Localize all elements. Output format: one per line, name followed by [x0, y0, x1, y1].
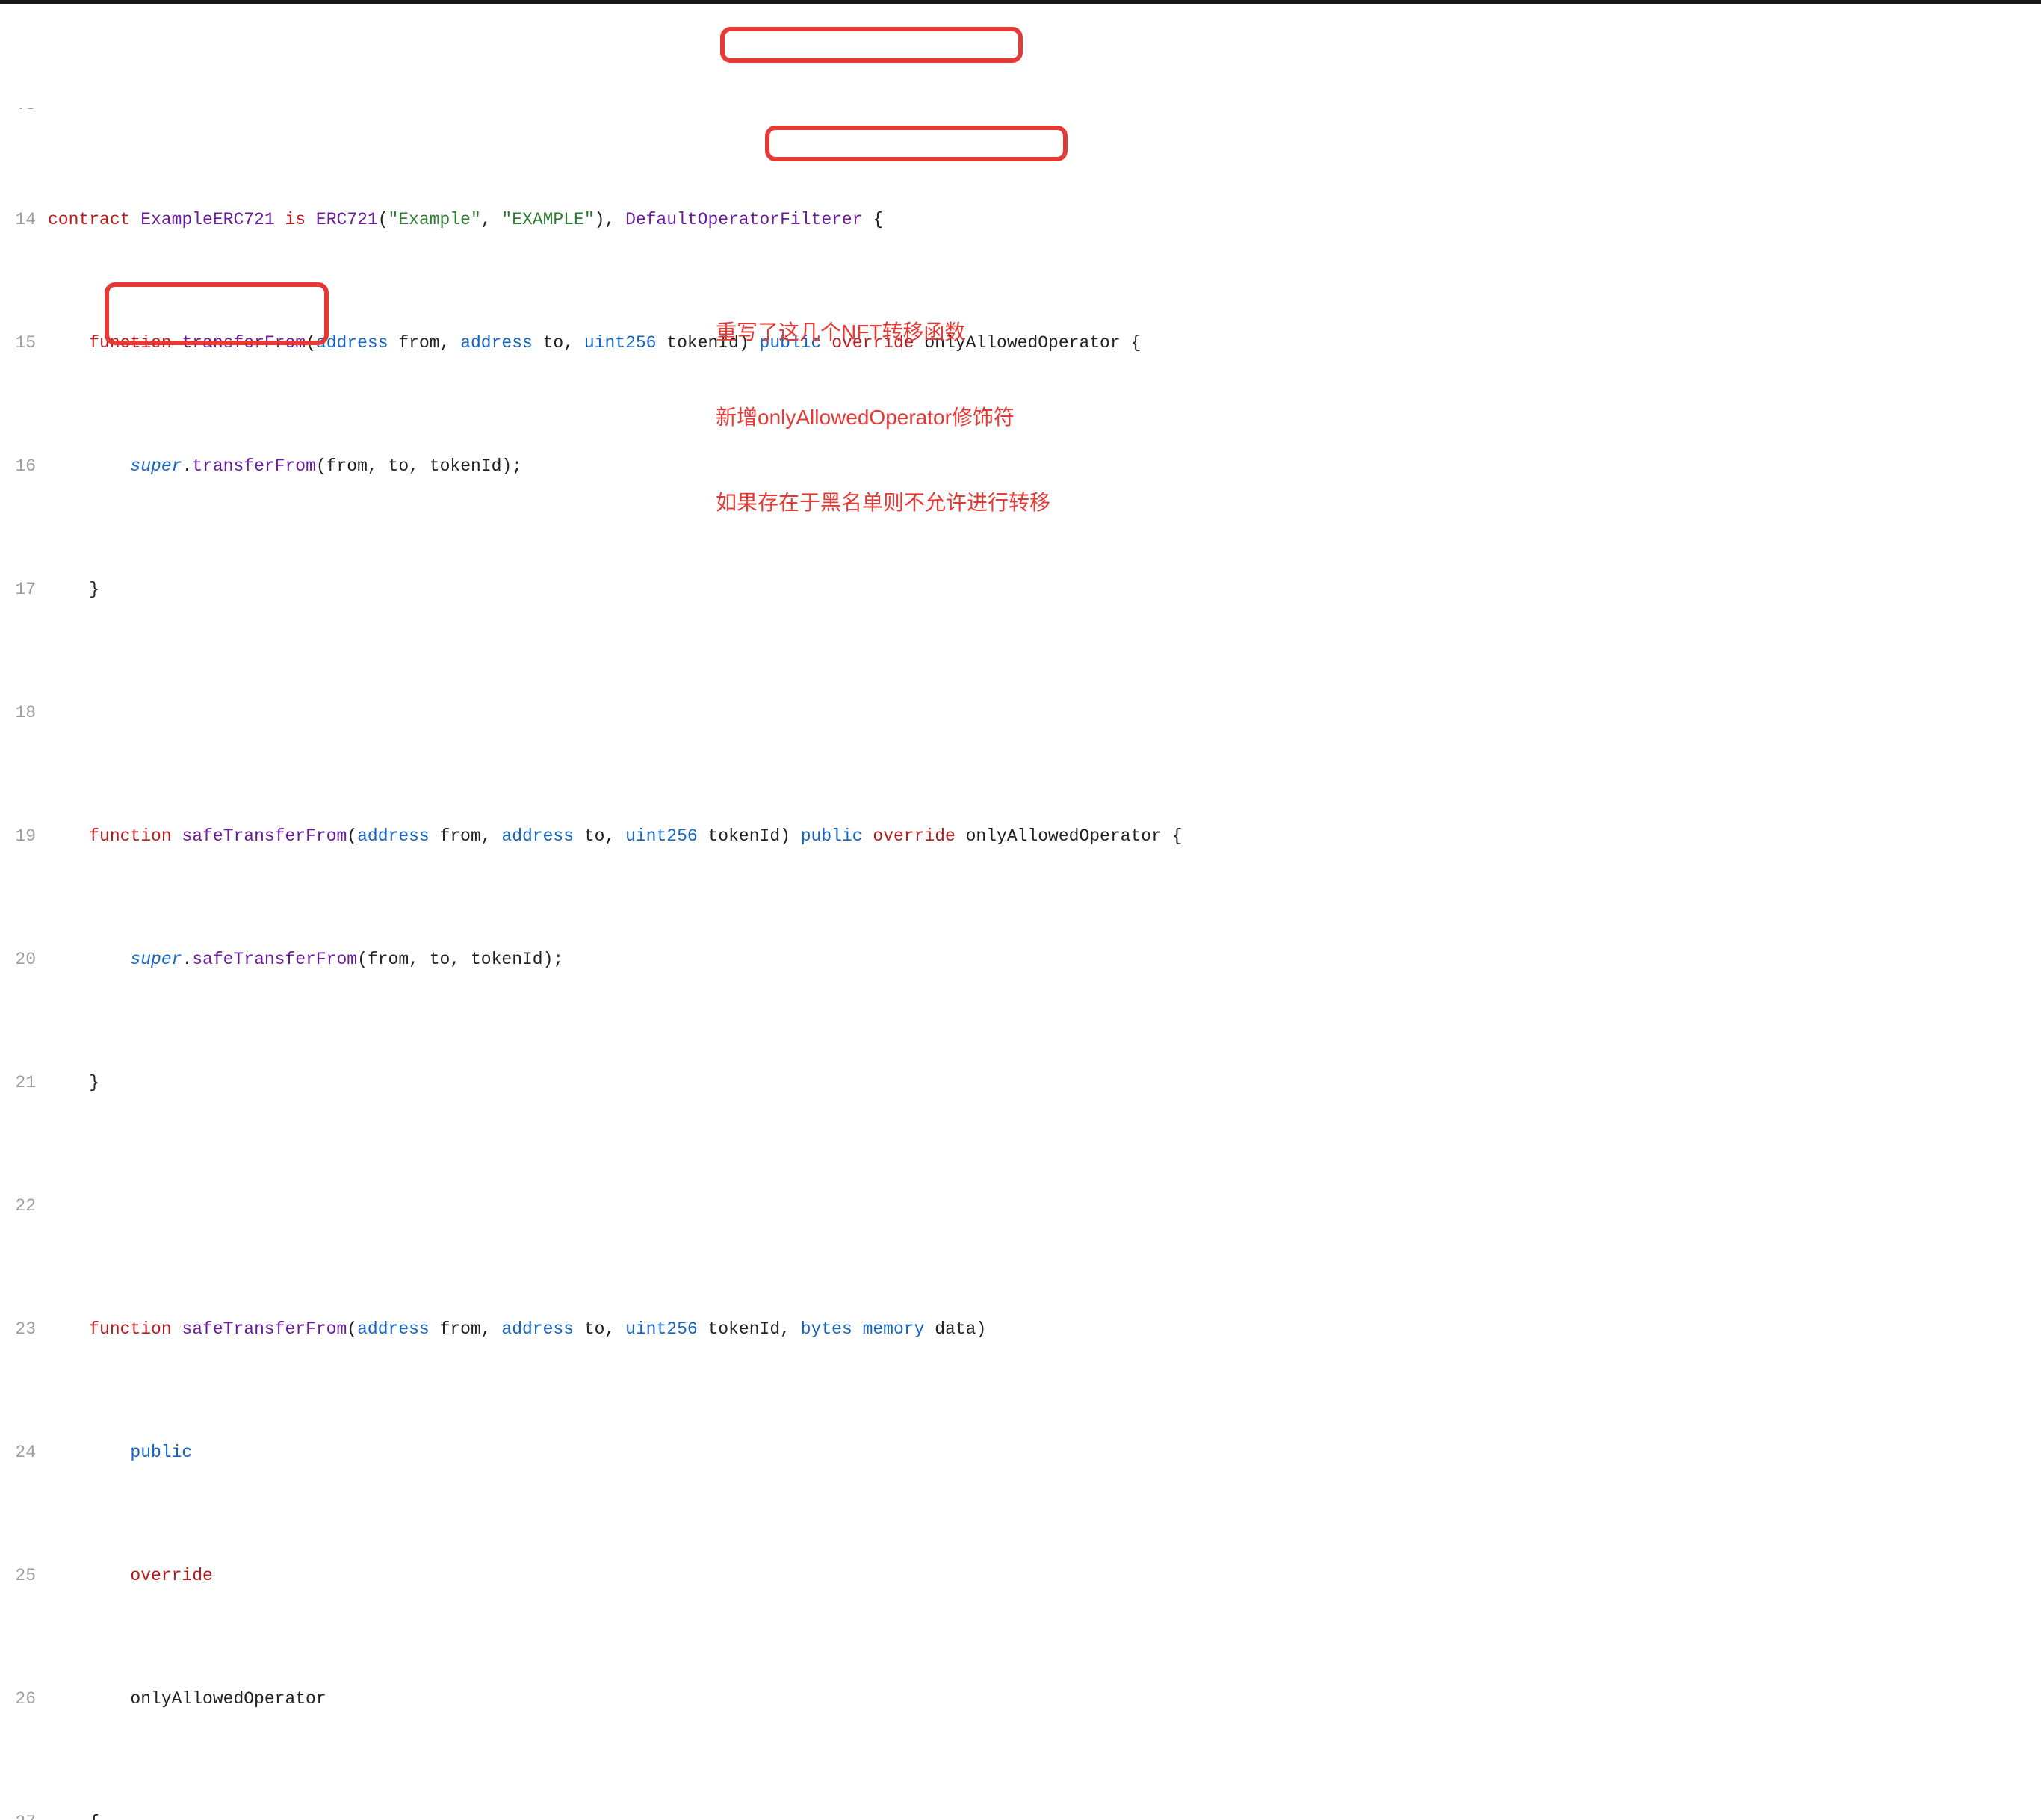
line-number: 19: [0, 824, 48, 849]
code-editor: 13 14 contract ExampleERC721 is ERC721("…: [0, 4, 2041, 1820]
line-number: 18: [0, 701, 48, 725]
line-number: 26: [0, 1687, 48, 1712]
code-line: 23 function safeTransferFrom(address fro…: [0, 1317, 2041, 1342]
code-text: }: [48, 1071, 2041, 1095]
line-number: 24: [0, 1440, 48, 1465]
line-number: 13: [0, 103, 48, 109]
fn-transferfrom: transferFrom: [182, 333, 306, 353]
code-line: 15 function transferFrom(address from, a…: [0, 331, 2041, 356]
code-line: 13: [0, 103, 2041, 109]
code-text: contract ExampleERC721 is ERC721("Exampl…: [48, 208, 2041, 232]
code-text: function transferFrom(address from, addr…: [48, 331, 2041, 356]
fn-safetransferfrom: safeTransferFrom: [182, 826, 347, 846]
keyword-function: function: [89, 333, 171, 353]
code-line: 16 super.transferFrom(from, to, tokenId)…: [0, 454, 2041, 479]
line-number: 27: [0, 1810, 48, 1820]
annotation-line: 如果存在于黑名单则不允许进行转移: [716, 489, 1050, 517]
keyword-super: super: [130, 456, 182, 476]
annotation-line: 新增onlyAllowedOperator修饰符: [716, 403, 1050, 432]
code-line: 18: [0, 701, 2041, 725]
code-line: 20 super.safeTransferFrom(from, to, toke…: [0, 947, 2041, 972]
code-text: function safeTransferFrom(address from, …: [48, 1317, 2041, 1342]
code-line: 22: [0, 1194, 2041, 1219]
line-number: 15: [0, 331, 48, 356]
keyword-contract: contract: [48, 210, 130, 229]
code-line: 17 }: [0, 578, 2041, 602]
code-text: onlyAllowedOperator: [48, 1687, 2041, 1712]
string-literal: "Example": [388, 210, 481, 229]
code-line: 21 }: [0, 1071, 2041, 1095]
code-text: public: [48, 1440, 2041, 1465]
code-line: 14 contract ExampleERC721 is ERC721("Exa…: [0, 208, 2041, 232]
modifier-onlyallowedoperator: onlyAllowedOperator: [924, 333, 1120, 353]
highlight-box: [765, 126, 1068, 161]
line-number: 20: [0, 947, 48, 972]
code-text: }: [48, 578, 2041, 602]
code-text: function safeTransferFrom(address from, …: [48, 824, 2041, 849]
code-text: super.transferFrom(from, to, tokenId);: [48, 454, 2041, 479]
string-literal: "EXAMPLE": [501, 210, 594, 229]
code-text: {: [48, 1810, 2041, 1820]
highlight-box: [720, 27, 1023, 63]
code-line: 19 function safeTransferFrom(address fro…: [0, 824, 2041, 849]
code-line: 24 public: [0, 1440, 2041, 1465]
code-line: 26 onlyAllowedOperator: [0, 1687, 2041, 1712]
line-number: 16: [0, 454, 48, 479]
line-number: 21: [0, 1071, 48, 1095]
keyword-is: is: [285, 210, 306, 229]
line-number: 23: [0, 1317, 48, 1342]
line-number: 14: [0, 208, 48, 232]
line-number: 17: [0, 578, 48, 602]
base-erc721: ERC721: [316, 210, 378, 229]
code-line: 25 override: [0, 1564, 2041, 1588]
code-text: override: [48, 1564, 2041, 1588]
keyword-override: override: [831, 333, 914, 353]
code-line: 27 {: [0, 1810, 2041, 1820]
contract-name: ExampleERC721: [140, 210, 274, 229]
code-text: super.safeTransferFrom(from, to, tokenId…: [48, 947, 2041, 972]
base-operator-filterer: DefaultOperatorFilterer: [625, 210, 862, 229]
line-number: 25: [0, 1564, 48, 1588]
annotation-text: 重写了这几个NFT转移函数 新增onlyAllowedOperator修饰符 如…: [716, 261, 1050, 574]
line-number: 22: [0, 1194, 48, 1219]
